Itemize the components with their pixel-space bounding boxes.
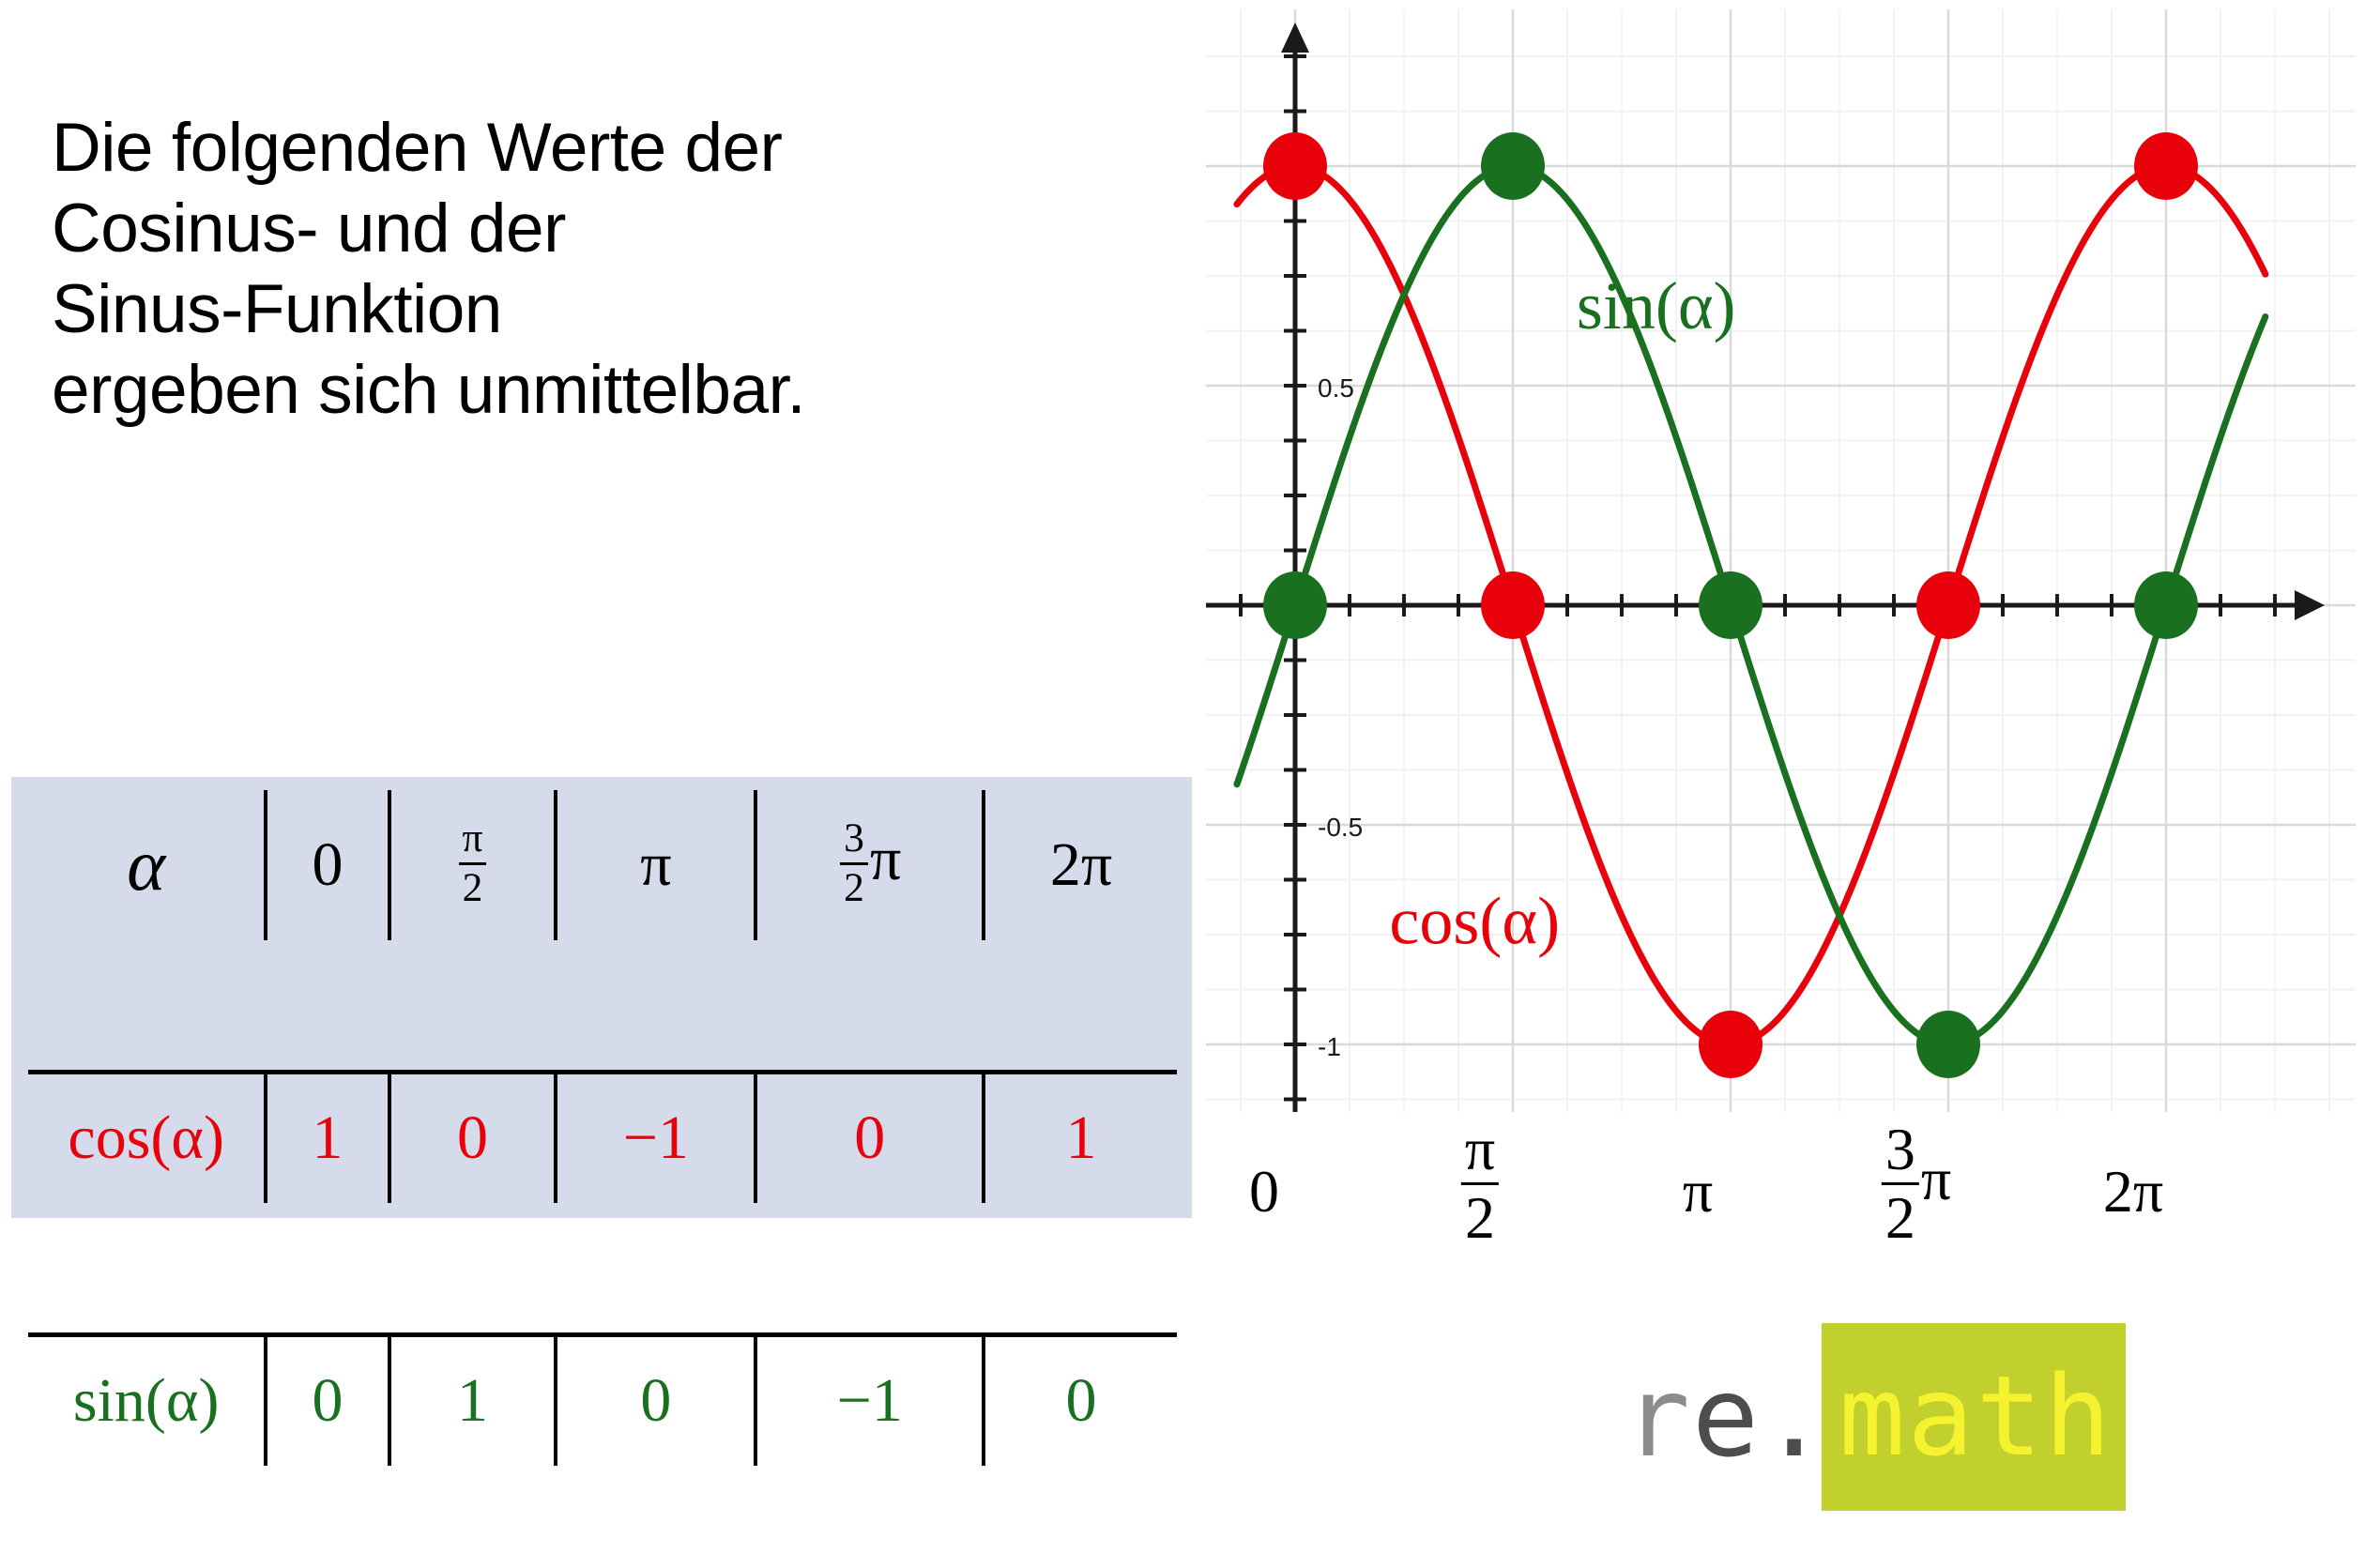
table-row-label-sin: sin(α) (72, 1366, 220, 1436)
table-cell-sin-1: 1 (387, 1334, 557, 1466)
intro-line-2: Cosinus- und der (52, 190, 566, 267)
marked-point-sin-4 (2134, 571, 2199, 639)
table-rule-bottom (28, 1203, 1177, 1337)
marked-point-cos-1 (1481, 571, 1546, 639)
angle-label-0: 0 (312, 830, 343, 899)
x-tick-4: 2π (2103, 1157, 2163, 1226)
table-header-angle-3: 3 2 π (754, 790, 984, 940)
table-cell-sin-3: −1 (754, 1334, 984, 1466)
intro-line-4: ergeben sich unmittelbar. (52, 352, 806, 429)
fraction-pi-over-2: π 2 (458, 814, 487, 909)
x-tick-2: π (1683, 1157, 1713, 1226)
table-header-alpha: α (127, 824, 166, 906)
table-rule-cell (28, 1203, 1177, 1337)
fraction-denominator: 2 (1461, 1182, 1499, 1248)
marked-point-cos-3 (1916, 571, 1981, 639)
table-cell-cos-3: 0 (754, 1072, 984, 1203)
x-tick-fraction-three-over-2: 3 2 (1881, 1116, 1919, 1248)
table-cell-sin-0: 0 (264, 1334, 389, 1466)
table-cell-cos-0: 1 (264, 1072, 389, 1203)
fraction-numerator: 3 (1884, 1116, 1915, 1182)
y-tick-label-1: -0.5 (1318, 813, 1363, 842)
x-tick-1: π 2 (1459, 1119, 1501, 1250)
value-table-panel: α 0 π 2 π 3 2 π 2π cos(α) 1 0 −1 0 1 sin… (11, 777, 1192, 1466)
table-header-angle-0: 0 (264, 790, 389, 940)
table-header-angle-2: π (554, 790, 756, 940)
fraction-denominator: 2 (458, 861, 487, 909)
table-cell-sin-4: 0 (982, 1334, 1177, 1466)
x-tick-label-4: 2π (2102, 1158, 2164, 1225)
fraction-denominator: 2 (840, 861, 868, 909)
table-row-cos: cos(α) 1 0 −1 0 1 (28, 1072, 1177, 1203)
x-tick-label-2: π (1682, 1158, 1714, 1225)
marked-point-cos-0 (1263, 132, 1327, 200)
annotation-sin: sin(α) (1577, 268, 1736, 343)
x-tick-fraction-pi-over-2: π 2 (1461, 1119, 1499, 1248)
y-tick-label-0: 0.5 (1318, 373, 1354, 403)
fraction-denominator: 2 (1881, 1182, 1919, 1248)
logo-dot: . (1761, 1352, 1830, 1482)
marked-point-sin-1 (1481, 132, 1546, 200)
fraction-three-over-2: 3 2 (840, 814, 868, 909)
marked-point-sin-0 (1263, 571, 1327, 639)
trig-plot-panel: 0.5 -0.5 -1 sin(α) cos(α) 0 π 2 π 3 2 π 2π (1206, 9, 2356, 1323)
intro-line-1: Die folgenden Werte der (52, 110, 783, 186)
table-cell-sin-2: 0 (554, 1334, 756, 1466)
x-tick-label-0: 0 (1249, 1158, 1279, 1225)
marked-point-cos-2 (1699, 1011, 1763, 1078)
table-rule-cell (28, 940, 1177, 1074)
intro-line-3: Sinus-Funktion (52, 271, 502, 348)
table-row-header: α 0 π 2 π 3 2 π 2π (28, 790, 1177, 940)
table-cell-cos-2: −1 (554, 1072, 756, 1203)
marked-point-cos-4 (2134, 132, 2199, 200)
fraction-numerator: π (462, 814, 483, 860)
angle-label-2: π (640, 830, 672, 899)
y-axis-tick-labels: 0.5 -0.5 -1 (1318, 373, 1363, 1061)
y-tick-label-2: -1 (1318, 1032, 1341, 1061)
table-cell-cos-4: 1 (982, 1072, 1177, 1203)
series-annotations: sin(α) cos(α) (1389, 268, 1735, 958)
table-row-sin: sin(α) 0 1 0 −1 0 (28, 1334, 1177, 1466)
fraction-suffix-pi: π (869, 825, 902, 894)
x-axis-tick-labels: 0 π 2 π 3 2 π 2π (1206, 1116, 2356, 1300)
logo-math-word: math (1822, 1323, 2127, 1511)
x-tick-0: 0 (1249, 1157, 1279, 1226)
fraction-numerator: 3 (844, 814, 864, 860)
marked-point-sin-3 (1916, 1011, 1981, 1078)
x-tick-fraction-suffix: π (1920, 1146, 1952, 1213)
fraction-numerator: π (1464, 1116, 1496, 1182)
table-header-angle-4: 2π (982, 790, 1177, 940)
table-cell-cos-1: 0 (387, 1072, 557, 1203)
remath-logo: r e . math (1624, 1323, 2127, 1511)
trig-value-table: α 0 π 2 π 3 2 π 2π cos(α) 1 0 −1 0 1 sin… (28, 790, 1177, 1466)
marked-point-sin-2 (1699, 571, 1763, 639)
table-header-angle-1: π 2 (387, 790, 557, 940)
annotation-cos: cos(α) (1389, 883, 1560, 958)
table-row-label-cos: cos(α) (68, 1104, 224, 1173)
angle-label-4: 2π (1049, 830, 1113, 899)
logo-letter-e: e (1692, 1352, 1762, 1482)
x-tick-3: 3 2 π (1880, 1116, 1952, 1250)
table-rule-top (28, 940, 1177, 1074)
intro-paragraph: Die folgenden Werte der Cosinus- und der… (52, 108, 1159, 432)
logo-letter-r: r (1624, 1352, 1693, 1482)
